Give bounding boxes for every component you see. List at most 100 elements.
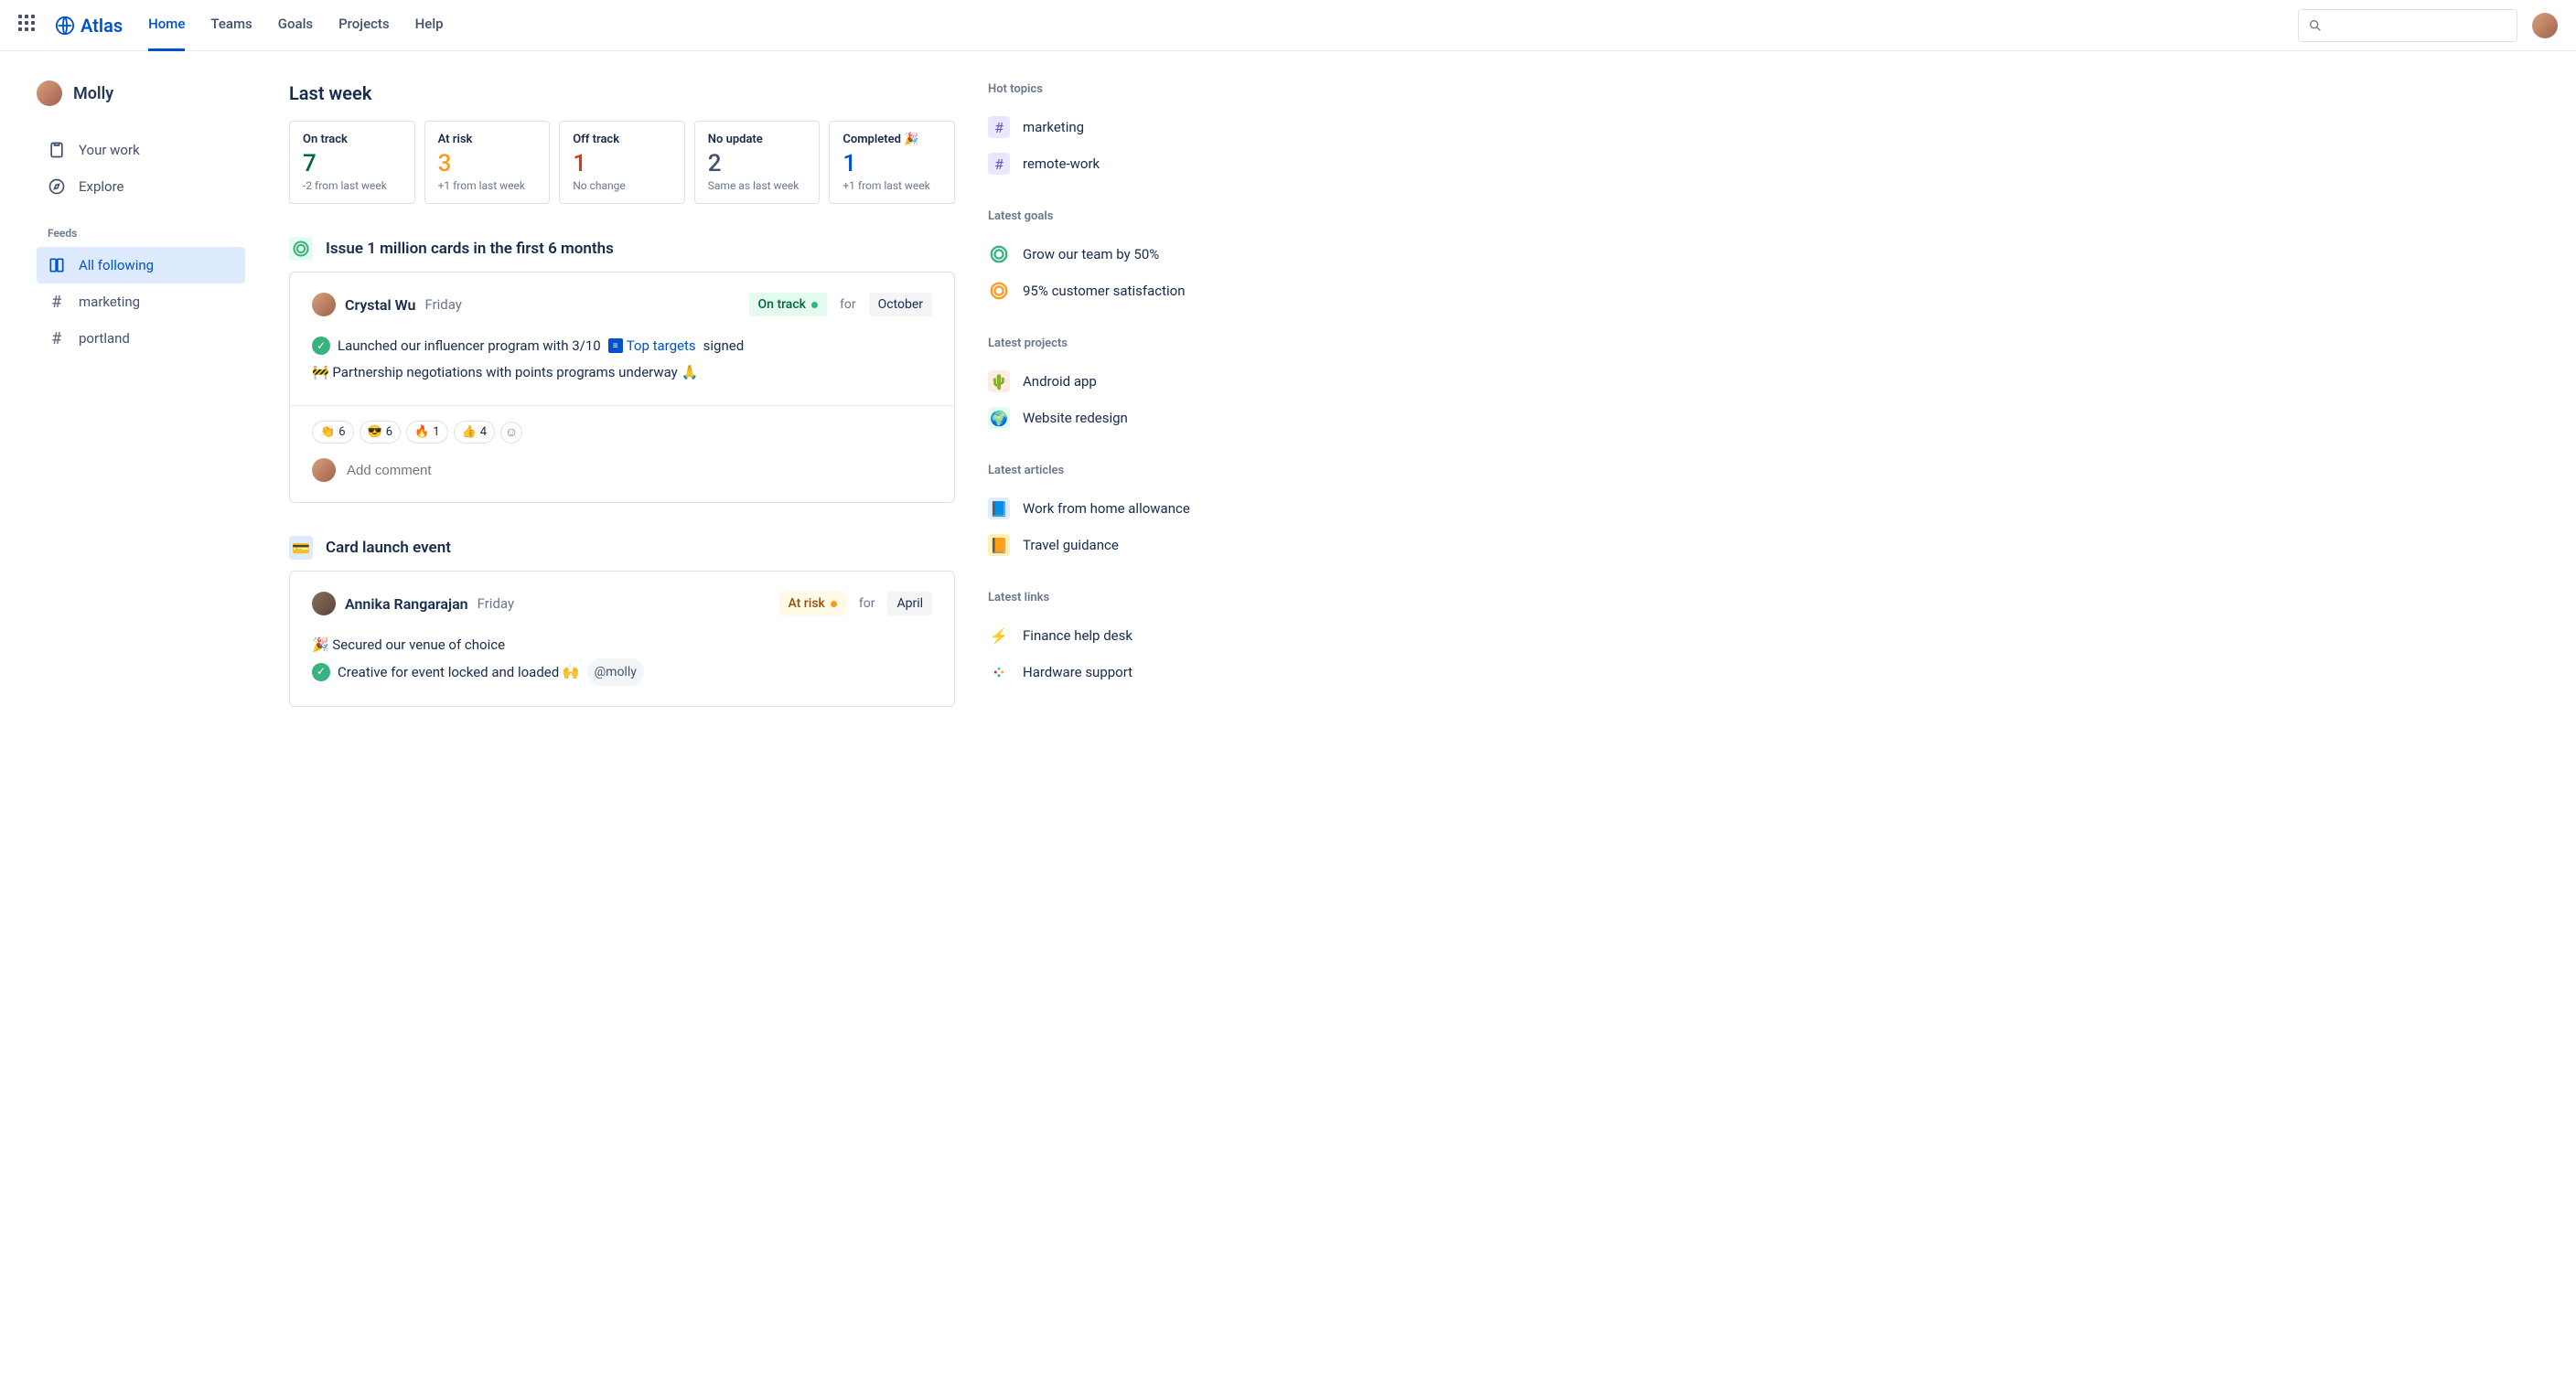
book-icon: 📘 — [988, 497, 1010, 519]
month-badge: October — [869, 293, 932, 316]
feed-update-1: Issue 1 million cards in the first 6 mon… — [289, 237, 955, 503]
article-wfh[interactable]: 📘Work from home allowance — [988, 490, 1235, 527]
add-comment-row — [312, 458, 932, 482]
reaction-cool[interactable]: 😎 6 — [360, 421, 402, 444]
feed-item-label: All following — [79, 257, 154, 273]
nav-help[interactable]: Help — [415, 0, 444, 51]
feed-portland[interactable]: # portland — [37, 320, 245, 357]
bolt-icon: ⚡ — [988, 625, 1010, 647]
topic-remote-work[interactable]: #remote-work — [988, 145, 1235, 182]
latest-goals-heading: Latest goals — [988, 209, 1235, 223]
comment-avatar — [312, 458, 336, 482]
hashtag-icon: # — [988, 153, 1010, 175]
project-website[interactable]: 🌍Website redesign — [988, 400, 1235, 436]
search-icon — [2308, 18, 2323, 33]
latest-articles-heading: Latest articles — [988, 464, 1235, 477]
sidebar-user[interactable]: Molly — [37, 80, 245, 106]
sidebar-item-label: Your work — [79, 142, 140, 158]
nav-home[interactable]: Home — [148, 0, 185, 51]
sidebar: Molly Your work Explore Feeds All follow… — [0, 51, 256, 771]
stat-off-track[interactable]: Off track 1 No change — [559, 121, 685, 204]
search-input[interactable] — [2298, 9, 2517, 42]
latest-links-heading: Latest links — [988, 591, 1235, 604]
brand-name: Atlas — [80, 15, 123, 37]
feed-update-2: 💳 Card launch event Annika Rangarajan Fr… — [289, 536, 955, 707]
article-travel[interactable]: 📙Travel guidance — [988, 527, 1235, 563]
sidebar-user-name: Molly — [73, 84, 113, 103]
stat-completed[interactable]: Completed 🎉 1 +1 from last week — [829, 121, 955, 204]
goal-target-icon — [289, 237, 313, 261]
avatar — [37, 80, 62, 106]
stats-row: On track 7 -2 from last week At risk 3 +… — [289, 121, 955, 204]
target-orange-icon — [988, 280, 1010, 302]
hashtag-icon: # — [48, 329, 66, 348]
main-content: Last week On track 7 -2 from last week A… — [256, 51, 988, 771]
nav-goals[interactable]: Goals — [278, 0, 313, 51]
reaction-fire[interactable]: 🔥 1 — [406, 421, 448, 444]
feed-marketing[interactable]: # marketing — [37, 283, 245, 320]
credit-card-icon: 💳 — [289, 536, 313, 560]
update-card: Annika Rangarajan Friday At risk for Apr… — [289, 571, 955, 707]
hashtag-icon: # — [988, 116, 1010, 138]
comment-input[interactable] — [347, 463, 932, 478]
clipboard-icon — [48, 141, 66, 159]
update-card: Crystal Wu Friday On track for October ✓… — [289, 272, 955, 503]
top-navigation: Atlas Home Teams Goals Projects Help — [0, 0, 2576, 51]
goal-customer-satisfaction[interactable]: 95% customer satisfaction — [988, 273, 1235, 309]
check-icon: ✓ — [312, 337, 330, 355]
feeds-section-label: Feeds — [48, 227, 245, 240]
feed-all-following[interactable]: All following — [37, 247, 245, 283]
author-avatar[interactable] — [312, 293, 336, 316]
stat-on-track[interactable]: On track 7 -2 from last week — [289, 121, 415, 204]
target-green-icon — [988, 243, 1010, 265]
update-timestamp: Friday — [478, 595, 514, 612]
goal-grow-team[interactable]: Grow our team by 50% — [988, 236, 1235, 273]
project-android[interactable]: 🌵Android app — [988, 363, 1235, 400]
book-orange-icon: 📙 — [988, 534, 1010, 556]
feed-item-label: portland — [79, 330, 130, 347]
page-title: Last week — [289, 82, 955, 104]
sidebar-your-work[interactable]: Your work — [37, 132, 245, 168]
globe-icon: 🌍 — [988, 407, 1010, 429]
reaction-clap[interactable]: 👏 6 — [312, 421, 354, 444]
status-badge: At risk — [779, 592, 846, 615]
cactus-icon: 🌵 — [988, 370, 1010, 392]
author-name[interactable]: Annika Rangarajan — [345, 595, 468, 613]
reactions-bar: 👏 6 😎 6 🔥 1 👍 4 ☺ — [312, 421, 932, 444]
feed-title[interactable]: Card launch event — [326, 539, 451, 557]
update-timestamp: Friday — [424, 296, 461, 313]
feed-item-label: marketing — [79, 294, 140, 310]
right-sidebar: Hot topics #marketing #remote-work Lates… — [988, 51, 1253, 771]
document-icon: ≡ — [608, 338, 623, 353]
link-hardware[interactable]: Hardware support — [988, 654, 1235, 690]
sidebar-explore[interactable]: Explore — [37, 168, 245, 205]
link-finance[interactable]: ⚡Finance help desk — [988, 617, 1235, 654]
status-badge: On track — [749, 293, 827, 316]
check-icon: ✓ — [312, 663, 330, 681]
hashtag-icon: # — [48, 293, 66, 311]
feed-icon — [48, 256, 66, 274]
brand-logo[interactable]: Atlas — [55, 15, 123, 37]
sidebar-item-label: Explore — [79, 178, 124, 195]
slack-icon — [988, 661, 1010, 683]
user-mention[interactable]: @molly — [587, 658, 644, 687]
app-switcher-icon[interactable] — [18, 15, 40, 37]
compass-icon — [48, 177, 66, 196]
latest-projects-heading: Latest projects — [988, 337, 1235, 350]
nav-teams[interactable]: Teams — [210, 0, 252, 51]
author-name[interactable]: Crystal Wu — [345, 296, 415, 314]
author-avatar[interactable] — [312, 592, 336, 615]
hot-topics-heading: Hot topics — [988, 82, 1235, 96]
stat-no-update[interactable]: No update 2 Same as last week — [694, 121, 821, 204]
main-nav: Home Teams Goals Projects Help — [148, 0, 443, 51]
profile-avatar[interactable] — [2532, 13, 2558, 38]
feed-title[interactable]: Issue 1 million cards in the first 6 mon… — [326, 240, 614, 258]
month-badge: April — [887, 592, 932, 615]
doc-link[interactable]: ≡Top targets — [608, 333, 696, 359]
nav-projects[interactable]: Projects — [338, 0, 390, 51]
atlas-globe-icon — [55, 16, 75, 36]
stat-at-risk[interactable]: At risk 3 +1 from last week — [424, 121, 551, 204]
topic-marketing[interactable]: #marketing — [988, 109, 1235, 145]
reaction-thumbsup[interactable]: 👍 4 — [454, 421, 496, 444]
add-reaction-button[interactable]: ☺ — [500, 422, 522, 444]
